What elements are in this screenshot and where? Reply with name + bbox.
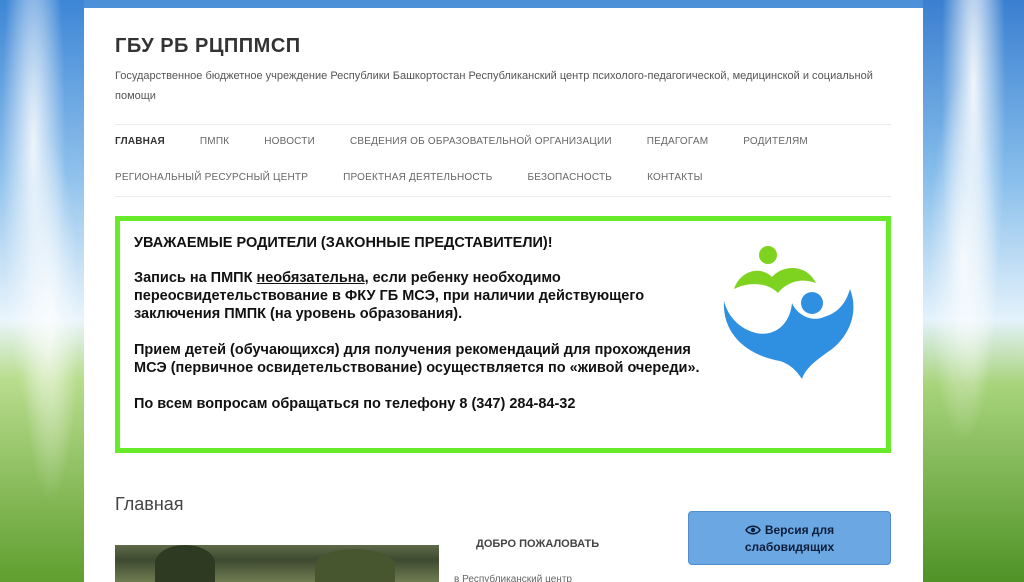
eye-icon <box>744 525 761 535</box>
banner-paragraph-2: Прием детей (обучающихся) для получения … <box>134 342 700 376</box>
nav-divider-bottom <box>115 196 891 197</box>
nav-item-org-info[interactable]: Сведения об образовательной организации <box>350 136 612 147</box>
nav-item-teachers[interactable]: Педагогам <box>647 136 708 147</box>
nav-item-safety[interactable]: Безопасность <box>528 172 613 183</box>
nav-item-home[interactable]: Главная <box>115 136 165 147</box>
background-left <box>0 0 84 582</box>
welcome-text: в Республиканский центр <box>454 574 572 582</box>
announcement-banner[interactable]: УВАЖАЕМЫЕ РОДИТЕЛИ (ЗАКОННЫЕ ПРЕДСТАВИТЕ… <box>115 216 891 453</box>
main-nav-row-1: Главная ПМПК Новости Сведения об образов… <box>115 136 843 147</box>
nav-item-news[interactable]: Новости <box>264 136 315 147</box>
page-container: ГБУ РБ РЦППМСП Государственное бюджетное… <box>84 8 923 582</box>
banner-heading: УВАЖАЕМЫЕ РОДИТЕЛИ (ЗАКОННЫЕ ПРЕДСТАВИТЕ… <box>134 235 553 251</box>
banner-paragraph-1: Запись на ПМПК необязательна, если ребен… <box>134 269 714 323</box>
site-title[interactable]: ГБУ РБ РЦППМСП <box>115 35 301 58</box>
nav-item-projects[interactable]: Проектная деятельность <box>343 172 492 183</box>
nav-item-pmpk[interactable]: ПМПК <box>200 136 229 147</box>
nav-item-parents[interactable]: Родителям <box>743 136 808 147</box>
banner-text: УВАЖАЕМЫЕ РОДИТЕЛИ (ЗАКОННЫЕ ПРЕДСТАВИТЕ… <box>134 235 714 431</box>
background-right <box>923 0 1024 582</box>
site-description: Государственное бюджетное учреждение Рес… <box>115 70 873 102</box>
banner-paragraph-3: По всем вопросам обращаться по телефону … <box>134 396 576 412</box>
welcome-title: ДОБРО ПОЖАЛОВАТЬ <box>476 538 600 550</box>
accessibility-label-line-2: слабовидящих <box>744 540 835 554</box>
banner-p1-start: Запись на ПМПК <box>134 270 257 286</box>
main-nav-row-2: Региональный ресурсный центр Проектная д… <box>115 172 738 183</box>
center-logo-icon <box>723 246 854 379</box>
page-heading: Главная <box>115 494 184 514</box>
accessibility-version-button[interactable]: Версия для слабовидящих <box>688 511 891 565</box>
featured-photo[interactable] <box>115 545 439 582</box>
nav-divider-top <box>115 124 891 125</box>
banner-p1-underlined: необязательна <box>256 270 365 286</box>
accessibility-label-line-1: Версия для <box>764 523 835 537</box>
nav-item-contacts[interactable]: Контакты <box>647 172 703 183</box>
nav-item-resource-center[interactable]: Региональный ресурсный центр <box>115 172 308 183</box>
